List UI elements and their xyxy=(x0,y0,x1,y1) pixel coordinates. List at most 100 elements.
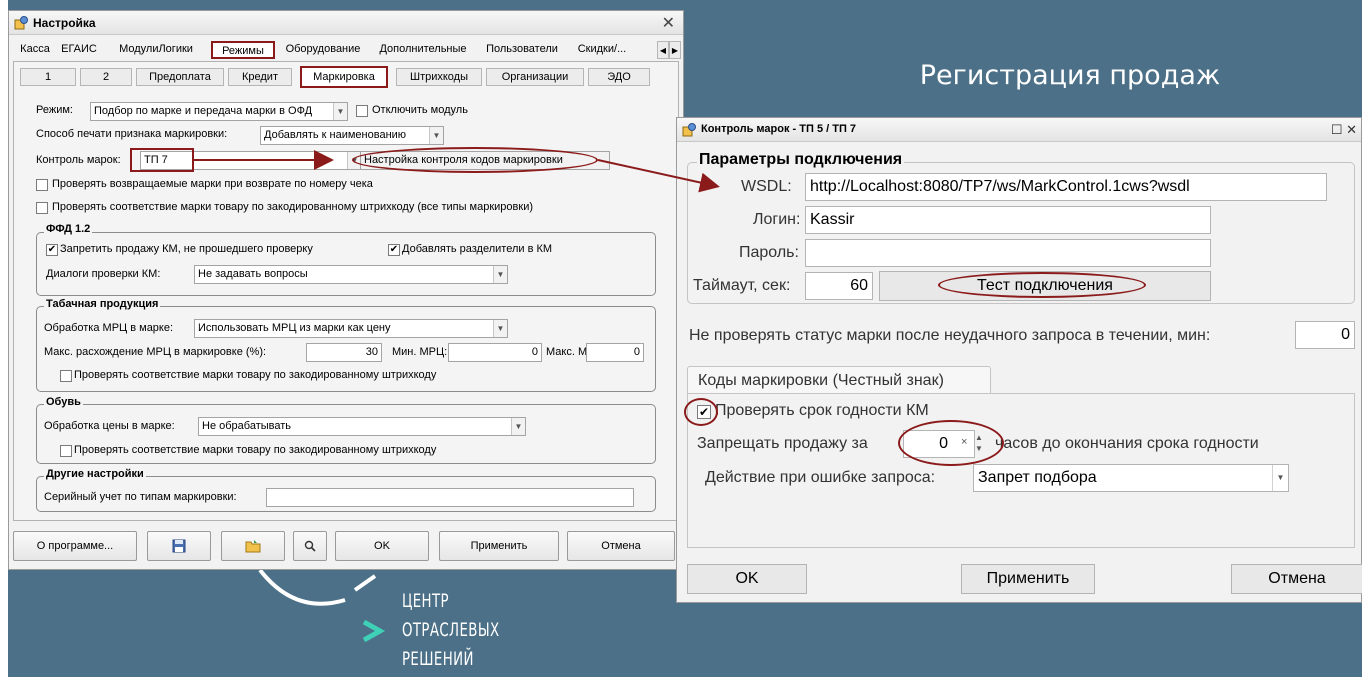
tobacco-check-checkbox[interactable] xyxy=(60,370,72,382)
folder-icon xyxy=(245,540,261,553)
search-button[interactable] xyxy=(293,531,327,561)
search-icon xyxy=(304,540,316,552)
separators-checkbox[interactable]: ✔ xyxy=(388,244,400,256)
mrp-label: Обработка МРЦ в марке: xyxy=(44,322,174,334)
no-check-input[interactable]: 0 xyxy=(1295,321,1355,349)
highlight-expiry-ellipse xyxy=(684,398,718,426)
about-button[interactable]: О программе... xyxy=(13,531,137,561)
print-method-select[interactable]: Добавлять к наименованию ▼ xyxy=(260,126,444,145)
max-diff-input[interactable]: 30 xyxy=(306,343,382,362)
tobacco-title: Табачная продукция xyxy=(44,298,161,310)
wsdl-input[interactable]: http://Localhost:8080/TP7/ws/MarkControl… xyxy=(805,173,1327,201)
serial-label: Серийный учет по типам маркировки: xyxy=(44,491,237,503)
shoes-check-checkbox[interactable] xyxy=(60,445,72,457)
chevron-down-icon[interactable]: ▼ xyxy=(429,127,443,144)
wsdl-label: WSDL: xyxy=(741,178,792,195)
highlight-settings-ellipse xyxy=(352,147,598,173)
ffd-group xyxy=(36,232,656,296)
tab-kassa[interactable]: Касса xyxy=(15,41,55,59)
dialogs-select[interactable]: Не задавать вопросы ▼ xyxy=(194,265,508,284)
floppy-icon xyxy=(172,539,186,553)
check-returned-checkbox[interactable] xyxy=(36,179,48,191)
check-expiry-label: Проверять срок годности КМ xyxy=(715,402,929,419)
ffd-title: ФФД 1.2 xyxy=(44,223,93,235)
min-mrp-input[interactable]: 0 xyxy=(448,343,542,362)
maximize-icon[interactable]: ☐ ✕ xyxy=(1331,122,1357,138)
error-action-select[interactable]: Запрет подбора ▼ xyxy=(973,464,1289,492)
subtab-marking[interactable]: Маркировка xyxy=(300,66,388,88)
check-match-checkbox[interactable] xyxy=(36,202,48,214)
tab-marking-codes[interactable]: Коды маркировки (Честный знак) xyxy=(687,366,991,394)
login-input[interactable]: Kassir xyxy=(805,206,1211,234)
highlight-test-ellipse xyxy=(938,272,1146,298)
logo-line-3: РЕШЕНИЙ xyxy=(402,648,474,670)
control-ok-button[interactable]: OK xyxy=(687,564,807,594)
modes-panel: 1 2 Предоплата Кредит Маркировка Штрихко… xyxy=(13,61,679,521)
tab-users[interactable]: Пользователи xyxy=(477,41,567,59)
print-method-label: Способ печати признака маркировки: xyxy=(36,128,228,140)
control-apply-button[interactable]: Применить xyxy=(961,564,1095,594)
chevron-down-icon[interactable]: ▼ xyxy=(511,418,525,435)
settings-titlebar: Настройка ✕ xyxy=(9,11,683,35)
apply-button[interactable]: Применить xyxy=(439,531,559,561)
serial-input[interactable] xyxy=(266,488,634,507)
subtab-1[interactable]: 1 xyxy=(20,68,76,86)
subtab-barcodes[interactable]: Штрихкоды xyxy=(396,68,482,86)
tab-discounts[interactable]: Скидки/... xyxy=(569,41,635,59)
chevron-down-icon[interactable]: ▼ xyxy=(333,103,347,120)
control-title: Контроль марок - ТП 5 / ТП 7 xyxy=(701,123,857,135)
tab-modules[interactable]: МодулиЛогики xyxy=(103,41,209,59)
forbid-sale-label: Запрещать продажу за xyxy=(697,435,868,452)
other-title: Другие настройки xyxy=(44,468,146,480)
main-tabs: Касса ЕГАИС МодулиЛогики Режимы Оборудов… xyxy=(13,41,681,59)
mode-select[interactable]: Подбор по марке и передача марки в ОФД ▼ xyxy=(90,102,348,121)
timeout-input[interactable]: 60 xyxy=(805,272,873,300)
cancel-button[interactable]: Отмена xyxy=(567,531,675,561)
scroll-left-icon[interactable]: ◀ xyxy=(657,41,669,59)
chevron-down-icon[interactable]: ▼ xyxy=(493,266,507,283)
control-cancel-button[interactable]: Отмена xyxy=(1231,564,1362,594)
tab-equipment[interactable]: Оборудование xyxy=(277,41,369,59)
separators-label: Добавлять разделители в КМ xyxy=(402,243,553,255)
forbid-km-checkbox[interactable]: ✔ xyxy=(46,244,58,256)
logo-chevron-icon xyxy=(362,619,386,643)
max-diff-label: Макс. расхождение МРЦ в маркировке (%): xyxy=(44,346,267,358)
disable-module-checkbox[interactable] xyxy=(356,105,368,117)
dialogs-label: Диалоги проверки КМ: xyxy=(46,268,161,280)
tab-egais[interactable]: ЕГАИС xyxy=(57,41,101,59)
login-label: Логин: xyxy=(753,211,801,228)
error-action-label: Действие при ошибке запроса: xyxy=(705,469,936,486)
settings-window: Настройка ✕ Касса ЕГАИС МодулиЛогики Реж… xyxy=(8,10,684,570)
open-button[interactable] xyxy=(221,531,285,561)
shoes-price-label: Обработка цены в марке: xyxy=(44,420,175,432)
disable-module-label: Отключить модуль xyxy=(372,104,468,116)
mrp-select[interactable]: Использовать МРЦ из марки как цену ▼ xyxy=(194,319,508,338)
mode-label: Режим: xyxy=(36,104,73,116)
subtab-edo[interactable]: ЭДО xyxy=(588,68,650,86)
mark-control-window: Контроль марок - ТП 5 / ТП 7 ☐ ✕ Парамет… xyxy=(676,117,1362,603)
forbid-sale-label-post: часов до окончания срока годности xyxy=(995,435,1259,452)
control-titlebar: Контроль марок - ТП 5 / ТП 7 ☐ ✕ xyxy=(677,118,1361,142)
save-button[interactable] xyxy=(147,531,211,561)
subtab-credit[interactable]: Кредит xyxy=(228,68,292,86)
shoes-check-label: Проверять соответствие марки товару по з… xyxy=(74,444,437,456)
password-input[interactable] xyxy=(805,239,1211,267)
check-match-label: Проверять соответствие марки товару по з… xyxy=(52,201,534,213)
chevron-down-icon[interactable]: ▼ xyxy=(493,320,507,337)
subtab-2[interactable]: 2 xyxy=(80,68,132,86)
subtab-orgs[interactable]: Организации xyxy=(486,68,584,86)
tab-modes[interactable]: Режимы xyxy=(211,41,275,59)
settings-app-icon xyxy=(14,16,28,30)
ok-button[interactable]: OK xyxy=(335,531,429,561)
max-mrp-input[interactable]: 0 xyxy=(586,343,644,362)
tab-additional[interactable]: Дополнительные xyxy=(371,41,475,59)
control-label: Контроль марок: xyxy=(36,154,121,166)
highlight-control-box xyxy=(130,148,194,172)
control-app-icon xyxy=(682,123,696,137)
logo-arc-icon xyxy=(258,570,377,606)
chevron-down-icon[interactable]: ▼ xyxy=(1272,465,1288,491)
subtab-prepay[interactable]: Предоплата xyxy=(136,68,224,86)
scroll-right-icon[interactable]: ▶ xyxy=(669,41,681,59)
close-icon[interactable]: ✕ xyxy=(662,13,675,33)
shoes-price-select[interactable]: Не обрабатывать ▼ xyxy=(198,417,526,436)
